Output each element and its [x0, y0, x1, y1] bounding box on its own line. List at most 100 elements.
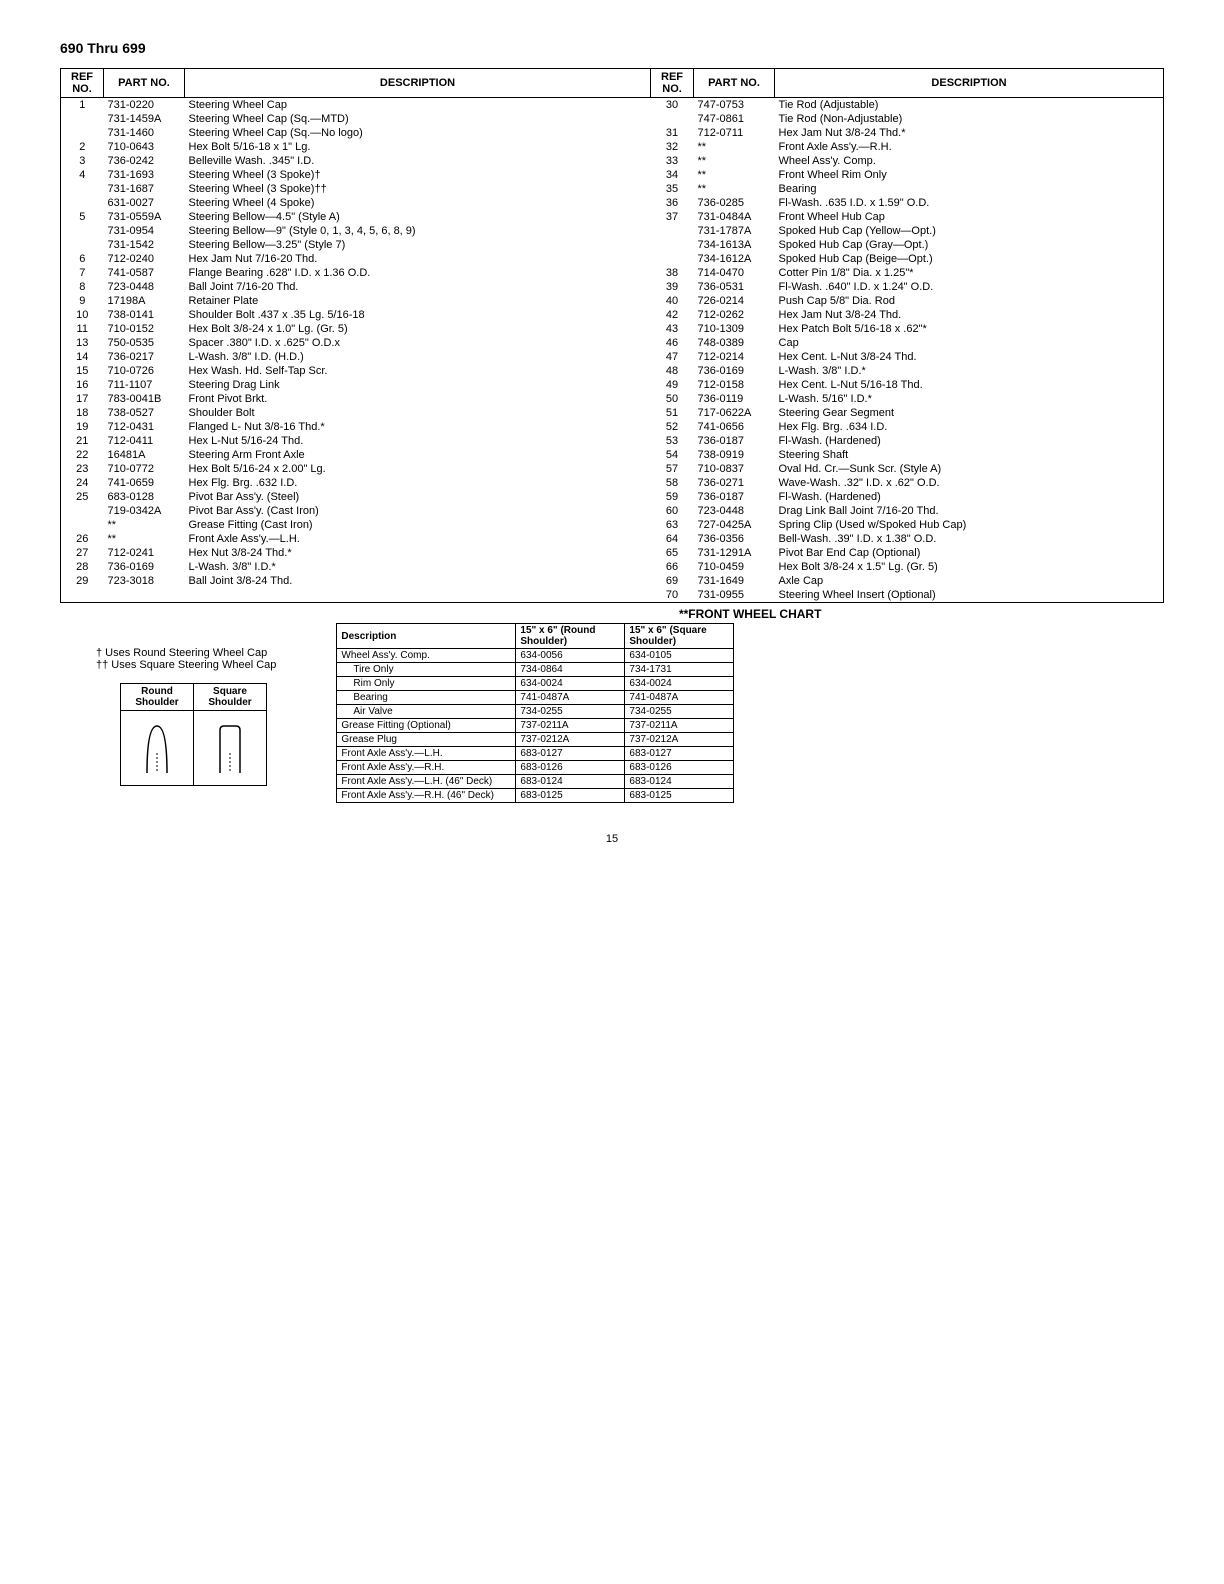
- table-cell-part: **: [694, 154, 775, 168]
- table-cell-part: 712-0158: [694, 378, 775, 392]
- table-cell-ref: 10: [61, 308, 104, 322]
- table-cell-part: 736-0169: [104, 560, 185, 574]
- wheel-row-c2: 737-0211A: [625, 719, 734, 733]
- table-cell-part: 731-1460: [104, 126, 185, 140]
- table-cell-part: 712-0262: [694, 308, 775, 322]
- table-cell-desc: Steering Wheel (3 Spoke)†: [185, 168, 651, 182]
- table-cell-ref: 34: [651, 168, 694, 182]
- table-cell-desc: Steering Bellow—4.5" (Style A): [185, 210, 651, 224]
- wheel-header-desc: Description: [337, 624, 516, 649]
- table-cell-desc: Steering Wheel (3 Spoke)††: [185, 182, 651, 196]
- table-cell-desc: Steering Shaft: [775, 448, 1164, 462]
- table-cell-part: 731-0955: [694, 588, 775, 603]
- table-cell-ref: 25: [61, 490, 104, 504]
- table-cell-part: 710-0726: [104, 364, 185, 378]
- table-cell-ref: 65: [651, 546, 694, 560]
- table-cell-ref: 51: [651, 406, 694, 420]
- table-cell-part: 710-1309: [694, 322, 775, 336]
- wheel-row-c1: 741-0487A: [516, 691, 625, 705]
- round-shoulder-icon: [121, 711, 194, 786]
- table-cell-ref: 35: [651, 182, 694, 196]
- table-cell-part: 710-0772: [104, 462, 185, 476]
- table-cell-desc: Steering Bellow—3.25" (Style 7): [185, 238, 651, 252]
- table-cell-desc: [185, 588, 651, 603]
- wheel-row-c2: 683-0127: [625, 747, 734, 761]
- footnote-single-dagger: † Uses Round Steering Wheel Cap: [96, 647, 276, 659]
- table-cell-desc: Hex Jam Nut 3/8-24 Thd.*: [775, 126, 1164, 140]
- table-cell-part: 736-0531: [694, 280, 775, 294]
- page-number: 15: [60, 833, 1164, 845]
- table-cell-desc: Belleville Wash. .345" I.D.: [185, 154, 651, 168]
- table-cell-part: 731-0954: [104, 224, 185, 238]
- table-cell-desc: Steering Bellow—9" (Style 0, 1, 3, 4, 5,…: [185, 224, 651, 238]
- wheel-row-desc: Bearing: [337, 691, 516, 705]
- table-cell-part: 734-1613A: [694, 238, 775, 252]
- front-wheel-chart: Description 15" x 6" (Round Shoulder) 15…: [336, 623, 734, 803]
- table-cell-part: [104, 588, 185, 603]
- table-cell-ref: [61, 112, 104, 126]
- table-cell-desc: Steering Wheel Insert (Optional): [775, 588, 1164, 603]
- wheel-row-desc: Front Axle Ass'y.—R.H. (46" Deck): [337, 789, 516, 803]
- table-cell-ref: 7: [61, 266, 104, 280]
- wheel-row-c2: 734-1731: [625, 663, 734, 677]
- table-cell-ref: 42: [651, 308, 694, 322]
- table-cell-ref: 14: [61, 350, 104, 364]
- table-cell-ref: 9: [61, 294, 104, 308]
- table-cell-ref: 22: [61, 448, 104, 462]
- wheel-row-c2: 741-0487A: [625, 691, 734, 705]
- square-shoulder-icon: [194, 711, 267, 786]
- table-cell-ref: 27: [61, 546, 104, 560]
- table-cell-desc: Pivot Bar Ass'y. (Steel): [185, 490, 651, 504]
- wheel-row-desc: Tire Only: [337, 663, 516, 677]
- table-cell-ref: 57: [651, 462, 694, 476]
- table-cell-part: 736-0119: [694, 392, 775, 406]
- table-cell-ref: [651, 238, 694, 252]
- table-cell-part: 736-0187: [694, 434, 775, 448]
- table-cell-part: 723-0448: [104, 280, 185, 294]
- table-cell-part: 731-1787A: [694, 224, 775, 238]
- table-cell-desc: Front Axle Ass'y.—L.H.: [185, 532, 651, 546]
- table-cell-part: 711-1107: [104, 378, 185, 392]
- table-cell-part: 741-0656: [694, 420, 775, 434]
- table-cell-ref: 5: [61, 210, 104, 224]
- table-cell-ref: 59: [651, 490, 694, 504]
- table-cell-part: 736-0356: [694, 532, 775, 546]
- wheel-row-c2: 683-0124: [625, 775, 734, 789]
- table-cell-ref: 16: [61, 378, 104, 392]
- header-desc-right: DESCRIPTION: [775, 69, 1164, 98]
- table-cell-part: 731-1542: [104, 238, 185, 252]
- parts-table: REF NO. PART NO. DESCRIPTION REF NO. PAR…: [60, 68, 1164, 603]
- table-cell-desc: Hex Nut 3/8-24 Thd.*: [185, 546, 651, 560]
- table-cell-desc: Oval Hd. Cr.—Sunk Scr. (Style A): [775, 462, 1164, 476]
- table-cell-ref: 8: [61, 280, 104, 294]
- table-cell-desc: L-Wash. 3/8" I.D. (H.D.): [185, 350, 651, 364]
- table-cell-desc: Wheel Ass'y. Comp.: [775, 154, 1164, 168]
- table-cell-ref: [61, 238, 104, 252]
- table-cell-desc: Front Wheel Hub Cap: [775, 210, 1164, 224]
- table-cell-part: 731-1687: [104, 182, 185, 196]
- table-cell-part: 712-0240: [104, 252, 185, 266]
- header-part-right: PART NO.: [694, 69, 775, 98]
- table-cell-part: 738-0527: [104, 406, 185, 420]
- table-cell-desc: Steering Gear Segment: [775, 406, 1164, 420]
- table-cell-part: 736-0242: [104, 154, 185, 168]
- table-cell-part: 736-0217: [104, 350, 185, 364]
- table-cell-desc: Fl-Wash. .640" I.D. x 1.24" O.D.: [775, 280, 1164, 294]
- table-cell-part: 736-0187: [694, 490, 775, 504]
- table-cell-desc: Hex L-Nut 5/16-24 Thd.: [185, 434, 651, 448]
- table-cell-desc: Retainer Plate: [185, 294, 651, 308]
- table-cell-desc: Hex Cent. L-Nut 5/16-18 Thd.: [775, 378, 1164, 392]
- table-cell-desc: Steering Wheel Cap (Sq.—No logo): [185, 126, 651, 140]
- wheel-row-c1: 734-0255: [516, 705, 625, 719]
- page-title: 690 Thru 699: [60, 40, 1164, 56]
- footnote-double-dagger: †† Uses Square Steering Wheel Cap: [96, 659, 276, 671]
- table-cell-part: 712-0241: [104, 546, 185, 560]
- table-cell-part: 17198A: [104, 294, 185, 308]
- table-cell-ref: 18: [61, 406, 104, 420]
- table-cell-ref: 24: [61, 476, 104, 490]
- table-cell-ref: 6: [61, 252, 104, 266]
- table-cell-desc: Bell-Wash. .39" I.D. x 1.38" O.D.: [775, 532, 1164, 546]
- table-cell-desc: Spacer .380" I.D. x .625" O.D.x: [185, 336, 651, 350]
- table-cell-ref: 70: [651, 588, 694, 603]
- table-cell-part: 747-0753: [694, 98, 775, 113]
